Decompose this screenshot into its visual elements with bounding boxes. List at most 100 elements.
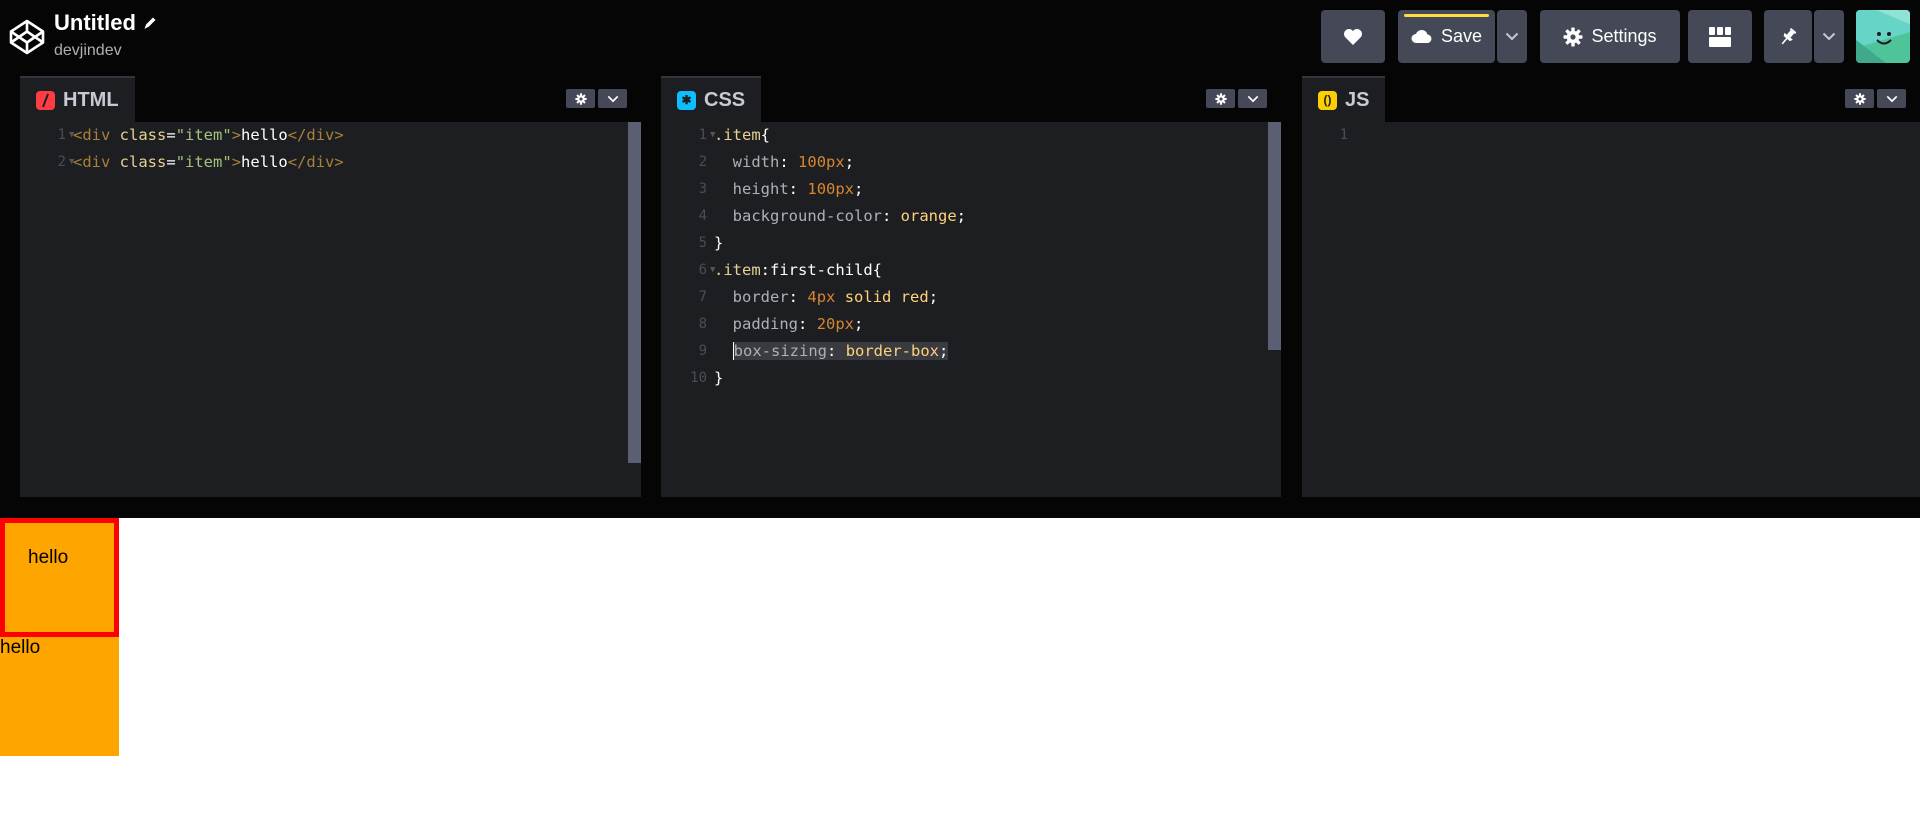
- avatar-image: [1856, 10, 1910, 63]
- save-accent-bar: [1404, 14, 1489, 17]
- html-editor-controls: [566, 89, 627, 108]
- change-view-button[interactable]: [1688, 10, 1752, 63]
- gear-icon: [1563, 27, 1583, 46]
- settings-button[interactable]: Settings: [1540, 10, 1680, 63]
- code-text: box-sizing: border-box;: [732, 342, 949, 360]
- line-number: 3: [698, 181, 707, 197]
- code-line[interactable]: 8 padding: 20px;: [661, 311, 1281, 338]
- chevron-down-icon: [607, 95, 618, 102]
- css-code-area[interactable]: 1 ▼ .item{2 width: 100px; 3 height: 100px; 4…: [661, 122, 1281, 497]
- code-text: width: 100px;: [732, 153, 855, 171]
- code-line[interactable]: 9 box-sizing: border-box;: [661, 338, 1281, 365]
- js-parens-icon: (): [1318, 90, 1337, 110]
- layout-icon: [1709, 26, 1731, 47]
- line-number: 7: [698, 289, 707, 305]
- save-label: Save: [1440, 26, 1483, 46]
- js-code-area[interactable]: 1: [1302, 122, 1920, 497]
- chevron-down-icon: [1886, 95, 1897, 102]
- code-text: height: 100px;: [732, 180, 864, 198]
- code-text: padding: 20px;: [732, 315, 864, 333]
- css-editor-header: ✱ CSS: [661, 76, 1281, 122]
- pen-title-text[interactable]: Untitled: [54, 10, 136, 36]
- line-number: 5: [698, 235, 707, 251]
- chevron-down-icon: [1505, 32, 1519, 41]
- css-collapse-button[interactable]: [1238, 89, 1267, 108]
- code-line[interactable]: 1: [1302, 122, 1920, 149]
- gear-icon: [1214, 92, 1227, 105]
- js-settings-button[interactable]: [1845, 89, 1874, 108]
- line-number: 8: [698, 316, 707, 332]
- css-scrollbar[interactable]: [1268, 122, 1281, 350]
- html-collapse-button[interactable]: [598, 89, 627, 108]
- line-number: 2: [57, 154, 66, 170]
- love-button[interactable]: [1321, 10, 1385, 63]
- pin-icon: [1781, 27, 1797, 44]
- save-options-button[interactable]: [1497, 10, 1527, 63]
- html-scrollbar[interactable]: [628, 122, 641, 463]
- tab-js[interactable]: () JS: [1302, 76, 1386, 122]
- code-text: .item:first-child{: [714, 261, 882, 279]
- avatar[interactable]: [1856, 10, 1910, 63]
- html-settings-button[interactable]: [566, 89, 595, 108]
- code-line[interactable]: 10}: [661, 365, 1281, 392]
- code-line[interactable]: 6 ▼ .item:first-child{: [661, 257, 1281, 284]
- chevron-down-icon: [1247, 95, 1258, 102]
- code-text: border: 4px solid red;: [732, 288, 939, 306]
- line-number: 4: [698, 208, 707, 224]
- line-number: 6: [698, 262, 707, 278]
- gear-icon: [574, 92, 587, 105]
- css-asterisk-icon: ✱: [677, 90, 696, 110]
- line-number: 10: [690, 370, 707, 386]
- code-line[interactable]: 4 background-color: orange;: [661, 203, 1281, 230]
- pin-button[interactable]: [1764, 10, 1812, 63]
- code-text: <div class="item">hello</div>: [73, 126, 344, 144]
- line-number: 1: [1339, 127, 1348, 143]
- tab-css[interactable]: ✱ CSS: [661, 76, 762, 122]
- html-tab-label: HTML: [63, 88, 119, 111]
- pen-username[interactable]: devjindev: [54, 42, 158, 60]
- tab-html[interactable]: HTML: [20, 76, 135, 122]
- settings-label: Settings: [1591, 26, 1657, 46]
- code-line[interactable]: 1 ▼ <div class="item">hello</div>: [20, 122, 641, 149]
- save-button[interactable]: Save: [1398, 10, 1495, 63]
- js-tab-label: JS: [1345, 88, 1370, 111]
- top-bar: Untitled devjindev Save Settings: [0, 0, 1920, 76]
- preview-item-first: hello: [0, 518, 119, 637]
- chevron-down-icon: [1822, 32, 1836, 41]
- codepen-logo-icon[interactable]: [8, 18, 46, 56]
- css-editor: ✱ CSS 1 ▼ .item{2 width: 100px; 3 height: 1…: [661, 76, 1281, 497]
- preview-resizer[interactable]: [0, 497, 1920, 518]
- cloud-icon: [1411, 29, 1432, 43]
- code-text: background-color: orange;: [732, 207, 967, 225]
- line-number: 9: [698, 343, 707, 359]
- heart-icon: [1344, 28, 1362, 45]
- css-settings-button[interactable]: [1206, 89, 1235, 108]
- line-number: 1: [57, 127, 66, 143]
- result-preview: hello hello: [0, 518, 1920, 830]
- js-editor-header: () JS: [1302, 76, 1920, 122]
- code-line[interactable]: 2 width: 100px;: [661, 149, 1281, 176]
- preview-item-second: hello: [0, 637, 119, 756]
- code-line[interactable]: 7 border: 4px solid red;: [661, 284, 1281, 311]
- line-number: 2: [698, 154, 707, 170]
- js-editor-controls: [1845, 89, 1906, 108]
- css-tab-label: CSS: [704, 88, 746, 111]
- html-slash-icon: [36, 90, 55, 110]
- code-line[interactable]: 3 height: 100px;: [661, 176, 1281, 203]
- code-text: <div class="item">hello</div>: [73, 153, 344, 171]
- js-editor: () JS 1: [1302, 76, 1920, 497]
- code-line[interactable]: 5}: [661, 230, 1281, 257]
- code-line[interactable]: 2 ▼ <div class="item">hello</div>: [20, 149, 641, 176]
- pencil-icon[interactable]: [142, 15, 158, 31]
- code-text: .item{: [714, 126, 771, 144]
- html-code-area[interactable]: 1 ▼ <div class="item">hello</div> 2 ▼ <div cl…: [20, 122, 641, 497]
- editors-area: HTML 1 ▼ <div class="item">hello</div> 2 ▼ <d…: [0, 76, 1920, 497]
- pen-title[interactable]: Untitled: [54, 10, 158, 36]
- js-collapse-button[interactable]: [1877, 89, 1906, 108]
- code-line[interactable]: 1 ▼ .item{: [661, 122, 1281, 149]
- gear-icon: [1853, 92, 1866, 105]
- html-editor: HTML 1 ▼ <div class="item">hello</div> 2 ▼ <d…: [20, 76, 641, 497]
- css-editor-controls: [1206, 89, 1267, 108]
- pin-options-button[interactable]: [1814, 10, 1844, 63]
- line-number: 1: [698, 127, 707, 143]
